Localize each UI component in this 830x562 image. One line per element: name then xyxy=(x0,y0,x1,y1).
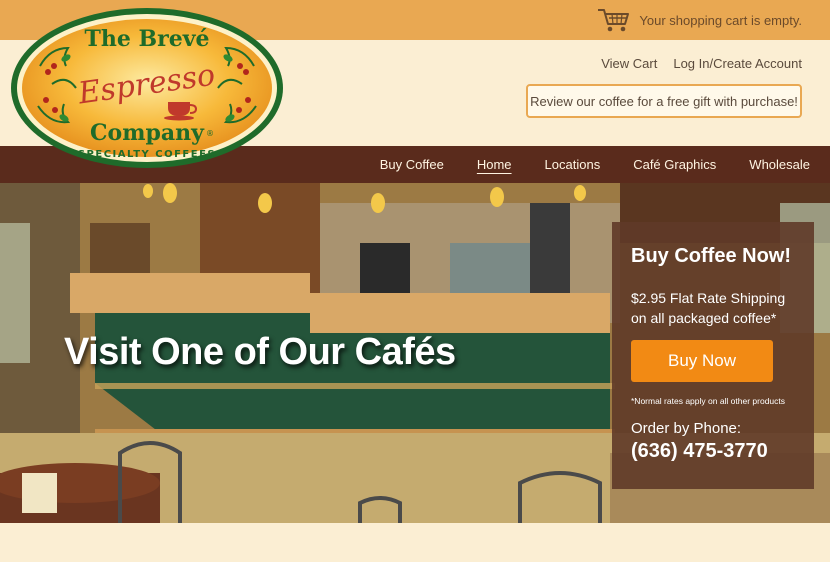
account-links: View Cart Log In/Create Account xyxy=(601,56,802,71)
page-footer-area xyxy=(0,523,830,562)
order-by-phone-label: Order by Phone: xyxy=(631,420,742,437)
breve-espresso-logo[interactable]: The Brevé Espresso Company ® SPECIALTY C… xyxy=(8,6,286,170)
nav-item-wholesale[interactable]: Wholesale xyxy=(749,157,810,172)
nav-item-locations[interactable]: Locations xyxy=(545,157,601,172)
promo-note: *Normal rates apply on all other product… xyxy=(631,396,786,406)
buy-now-button[interactable]: Buy Now xyxy=(631,340,773,382)
logo-text-line4: SPECIALTY COFFEES xyxy=(78,149,216,160)
review-coffee-button[interactable]: Review our coffee for a free gift with p… xyxy=(526,84,802,118)
logo-text-line3: Company xyxy=(90,120,205,146)
hero-title: Visit One of Our Cafés xyxy=(64,331,456,373)
nav-list: Buy Coffee Home Locations Café Graphics Whol… xyxy=(380,146,810,183)
nav-item-home[interactable]: Home xyxy=(477,157,512,172)
phone-number-link[interactable]: (636) 475-3770 xyxy=(631,440,768,463)
nav-item-buy-coffee[interactable]: Buy Coffee xyxy=(380,157,444,172)
promo-title: Buy Coffee Now! xyxy=(631,245,791,267)
hero-banner: Visit One of Our Cafés Buy Coffee Now! $… xyxy=(0,183,830,523)
shopping-cart-link[interactable]: Your shopping cart is empty. xyxy=(597,8,802,32)
buy-coffee-promo-panel: Buy Coffee Now! $2.95 Flat Rate Shipping… xyxy=(612,222,814,489)
view-cart-link[interactable]: View Cart xyxy=(601,56,657,71)
shopping-cart-icon xyxy=(598,9,630,32)
cart-status-text: Your shopping cart is empty. xyxy=(639,12,802,28)
nav-item-caf-graphics[interactable]: Café Graphics xyxy=(633,157,716,172)
registered-mark: ® xyxy=(206,129,214,138)
login-link[interactable]: Log In/Create Account xyxy=(673,56,802,71)
logo-text-line1: The Brevé xyxy=(85,26,210,52)
promo-shipping-text: $2.95 Flat Rate Shipping on all packaged… xyxy=(631,290,786,326)
